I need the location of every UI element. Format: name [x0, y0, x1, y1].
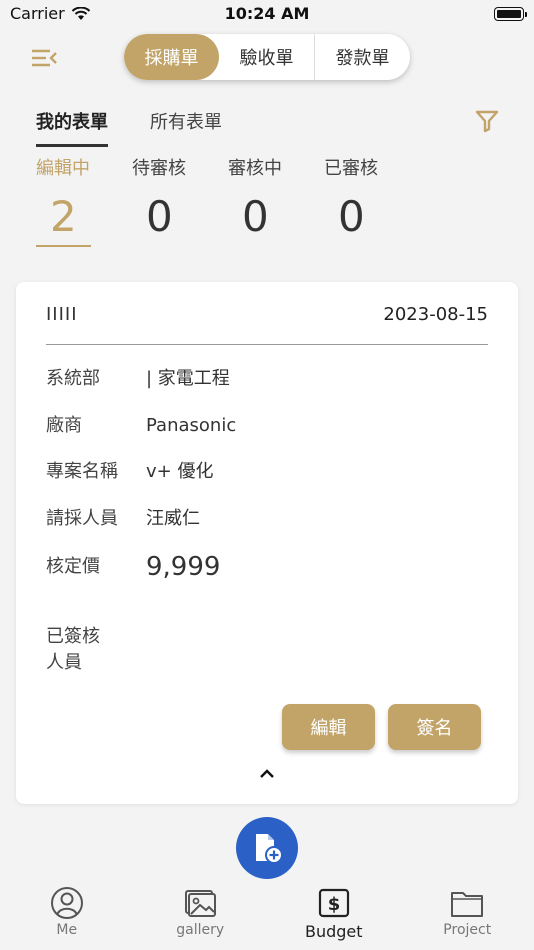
- field-vendor: 廠商 Panasonic: [46, 413, 236, 439]
- signed-personnel-label: 已簽核人員: [46, 626, 100, 673]
- field-value: 汪威仁: [146, 508, 200, 529]
- edit-button[interactable]: 編輯: [282, 704, 375, 750]
- nav-project[interactable]: Project: [401, 880, 534, 950]
- form-type-segmented-control: 採購單 驗收單 發款單: [124, 34, 410, 80]
- purchase-order-card[interactable]: IIIII 2023-08-15 系統部 | 家電工程 廠商 Panasonic…: [16, 282, 518, 804]
- svg-text:$: $: [327, 894, 340, 915]
- field-label: 廠商: [46, 415, 82, 436]
- field-value: | 家電工程: [146, 368, 230, 389]
- field-value: v+ 優化: [146, 461, 214, 482]
- folder-icon: [451, 892, 484, 917]
- form-scope-tabs: 我的表單 所有表單: [36, 108, 222, 147]
- field-label: 核定價: [46, 556, 100, 577]
- status-count: 0: [242, 192, 269, 241]
- status-pending-review[interactable]: 待審核 0: [132, 154, 228, 247]
- status-label: 審核中: [228, 158, 282, 179]
- bottom-nav: Me gallery $ Budget Project: [0, 880, 534, 950]
- tab-all-forms[interactable]: 所有表單: [150, 108, 222, 147]
- status-count: 2: [36, 192, 91, 247]
- nav-budget[interactable]: $ Budget: [267, 880, 401, 950]
- field-approved-price: 核定價 9,999: [46, 554, 220, 580]
- nav-gallery[interactable]: gallery: [134, 880, 268, 950]
- card-header: IIIII 2023-08-15: [46, 300, 488, 328]
- field-project-name: 專案名稱 v+ 優化: [46, 459, 213, 485]
- status-counters: 編輯中 2 待審核 0 審核中 0 已審核 0: [36, 154, 420, 247]
- status-label: 已審核: [324, 158, 378, 179]
- nav-label: Project: [443, 922, 492, 938]
- field-value: Panasonic: [146, 415, 237, 436]
- dollar-icon: $: [318, 888, 349, 918]
- status-editing[interactable]: 編輯中 2: [36, 154, 132, 247]
- segment-acceptance-form[interactable]: 驗收單: [219, 34, 315, 80]
- filter-icon[interactable]: [474, 108, 500, 134]
- nav-me[interactable]: Me: [0, 880, 134, 950]
- nav-label: gallery: [176, 922, 225, 938]
- status-count: 0: [338, 192, 365, 241]
- sign-button[interactable]: 簽名: [388, 704, 481, 750]
- status-label: 待審核: [132, 158, 186, 179]
- status-in-review[interactable]: 審核中 0: [228, 154, 324, 247]
- status-reviewed[interactable]: 已審核 0: [324, 154, 420, 247]
- chevron-up-icon[interactable]: [258, 766, 276, 780]
- status-label: 編輯中: [36, 158, 90, 179]
- add-form-button[interactable]: [236, 817, 298, 879]
- card-date: 2023-08-15: [383, 303, 488, 325]
- field-label: 請採人員: [46, 508, 118, 529]
- image-icon: [185, 890, 217, 917]
- card-code: IIIII: [46, 303, 78, 325]
- battery-icon: [494, 7, 527, 21]
- tab-my-forms[interactable]: 我的表單: [36, 108, 108, 147]
- field-label: 系統部: [46, 368, 100, 389]
- field-value: 9,999: [146, 552, 221, 582]
- menu-collapse-icon[interactable]: [30, 46, 58, 70]
- nav-label: Budget: [304, 922, 363, 941]
- status-bar: Carrier 10:24 AM: [0, 0, 534, 28]
- segment-payment-form[interactable]: 發款單: [315, 34, 410, 80]
- person-icon: [50, 887, 83, 919]
- field-label: 專案名稱: [46, 461, 118, 482]
- field-requester: 請採人員 汪威仁: [46, 506, 200, 532]
- add-document-icon: [256, 834, 283, 864]
- field-department: 系統部 | 家電工程: [46, 366, 230, 392]
- status-time: 10:24 AM: [224, 4, 310, 23]
- nav-label: Me: [56, 922, 78, 938]
- card-divider: [46, 344, 488, 345]
- status-count: 0: [146, 192, 173, 241]
- segment-purchase-order[interactable]: 採購單: [124, 34, 219, 80]
